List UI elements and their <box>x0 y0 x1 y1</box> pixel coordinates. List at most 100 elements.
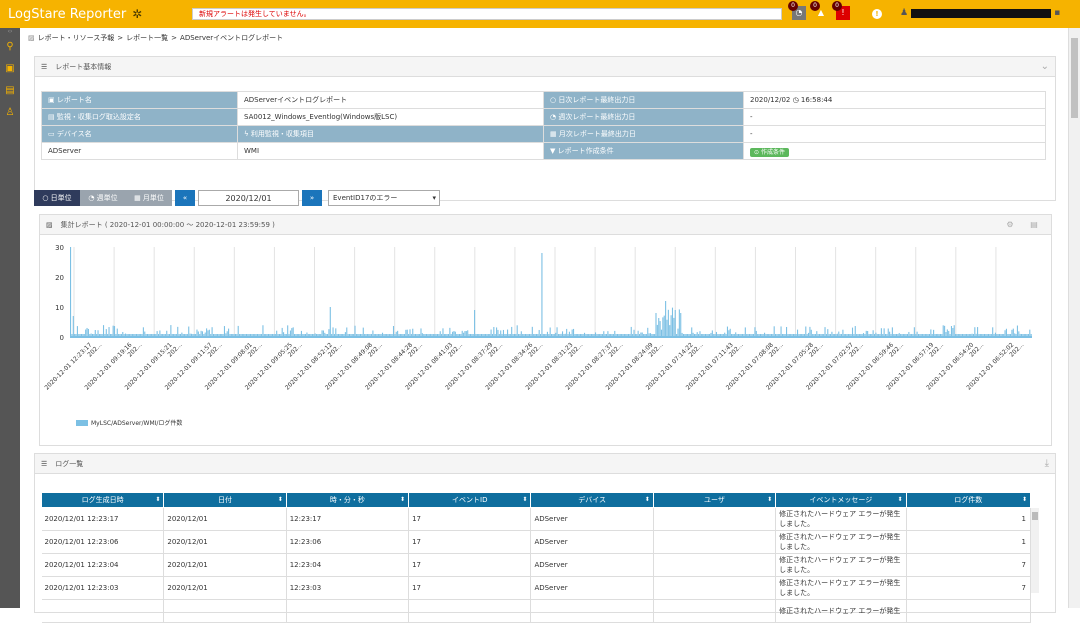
column-header[interactable]: ログ生成日時 ⬍ <box>40 492 165 508</box>
chart-bar <box>208 329 210 337</box>
export-icon[interactable]: ▤ <box>1026 219 1042 231</box>
info-icon[interactable]: 0 ◔ <box>788 1 806 20</box>
scroll-thumb[interactable] <box>1071 38 1078 118</box>
chart-bar <box>538 329 540 337</box>
brand[interactable]: LogStare Reporter ✲ <box>8 7 188 22</box>
chart-bar <box>177 326 179 337</box>
column-header[interactable]: ユーザ ⬍ <box>652 492 777 508</box>
column-header[interactable]: ログ件数 ⬍ <box>905 492 1032 508</box>
sort-icon[interactable]: ⬍ <box>898 496 903 503</box>
label-create-condition: ▼ レポート作成条件 <box>543 142 744 160</box>
table-cell: 17 <box>408 530 532 554</box>
chart-bar <box>805 326 807 337</box>
chart-bar <box>406 329 408 337</box>
chart-bar <box>658 318 660 337</box>
value-weekly-output: - <box>743 108 1046 126</box>
table-cell <box>653 530 777 554</box>
chart-bar <box>974 327 976 337</box>
settings-icon[interactable]: ⚙ <box>1002 219 1018 231</box>
monthly-button[interactable]: ▦ 月単位 <box>126 190 172 206</box>
table-cell: 修正されたハードウェア エラーが発生しました。 <box>775 530 907 554</box>
column-header[interactable]: デバイス ⬍ <box>530 492 654 508</box>
table-row[interactable]: 2020/12/01 12:23:04 2020/12/01 12:23:04 17 A… <box>41 553 1032 577</box>
collapse-icon[interactable]: ‹› <box>0 28 20 36</box>
error-icon[interactable]: 0! <box>832 1 850 20</box>
chart-bar <box>541 253 543 337</box>
table-row[interactable]: 2020/12/01 12:23:03 2020/12/01 12:23:03 17 A… <box>41 576 1032 600</box>
chart-legend[interactable]: MyLSC/ADServer/WMI/ログ件数 <box>76 418 182 427</box>
chart-bar <box>670 315 672 337</box>
table-cell: 2020/12/01 <box>163 553 287 577</box>
chart-bar <box>228 328 230 337</box>
table-row[interactable]: 2020/12/01 12:23:06 2020/12/01 12:23:06 17 A… <box>41 530 1032 554</box>
chart-bar <box>70 247 72 337</box>
breadcrumb-item[interactable]: レポート一覧 <box>126 33 168 43</box>
table-cell: 2020/12/01 <box>163 576 287 600</box>
book-icon[interactable]: ▤ <box>0 80 20 102</box>
date-input[interactable]: 2020/12/01 <box>198 190 299 206</box>
chart-bar <box>666 319 668 337</box>
page-scrollbar[interactable] <box>1068 28 1080 608</box>
daily-button[interactable]: ○ 日単位 <box>34 190 80 206</box>
y-tick-label: 0 <box>60 334 64 342</box>
sort-icon[interactable]: ⬍ <box>1022 496 1027 503</box>
table-scroll-thumb[interactable] <box>1032 512 1038 520</box>
table-scrollbar[interactable] <box>1031 508 1039 593</box>
search-icon[interactable]: ⚲ <box>0 36 20 58</box>
label-daily-output: ○ 日次レポート最終出力日 <box>543 91 744 109</box>
sort-icon[interactable]: ⬍ <box>400 496 405 503</box>
table-cell <box>653 576 777 600</box>
log-table: ログ生成日時 ⬍ 日付 ⬍ 時・分・秒 ⬍ イベントID ⬍ デバイス ⬍ ユーザ ⬍ イベントメッセー… <box>40 492 1032 623</box>
table-cell <box>653 599 777 623</box>
chart-bar <box>507 329 509 337</box>
chart-bar <box>872 330 874 337</box>
chart-bar <box>854 326 856 337</box>
image-icon[interactable]: ▣ <box>0 58 20 80</box>
weekly-button[interactable]: ◔ 週単位 <box>80 190 126 206</box>
user-menu[interactable]: ♟ ▪ <box>900 8 1060 18</box>
sort-icon[interactable]: ⬍ <box>522 496 527 503</box>
list-icon: ☰ <box>41 459 48 468</box>
user-icon: ♟ <box>900 8 909 18</box>
chevron-down-icon[interactable]: ⌄ <box>1041 61 1049 72</box>
sort-icon[interactable]: ⬍ <box>767 496 772 503</box>
users-icon[interactable]: ♙ <box>0 102 20 124</box>
column-header[interactable]: 時・分・秒 ⬍ <box>285 492 410 508</box>
chart-bar <box>531 326 533 337</box>
chart-bar <box>571 329 573 337</box>
event-select[interactable]: EventID17のエラー ▾ <box>328 190 440 206</box>
table-row[interactable]: 2020/12/01 12:23:17 2020/12/01 12:23:17 17 A… <box>41 507 1032 531</box>
breadcrumb-item[interactable]: レポート・リソース予報 <box>38 33 115 43</box>
chart-bar <box>891 327 893 337</box>
prev-button[interactable]: « <box>175 190 195 206</box>
chart-bar <box>493 326 495 337</box>
chart-bar <box>851 327 854 337</box>
column-header[interactable]: イベントID ⬍ <box>408 492 532 508</box>
sort-icon[interactable]: ⬍ <box>645 496 650 503</box>
chart-bar <box>662 317 664 337</box>
chart-bar <box>744 327 746 337</box>
chart-bar <box>671 307 674 337</box>
column-header[interactable]: 日付 ⬍ <box>163 492 287 508</box>
alert-banner[interactable]: 新規アラートは発生していません。 <box>192 8 782 20</box>
chart-bar <box>409 329 411 337</box>
next-button[interactable]: » <box>302 190 322 206</box>
table-cell: ADServer <box>530 576 654 600</box>
column-header[interactable]: イベントメッセージ ⬍ <box>775 492 907 508</box>
table-cell <box>286 599 410 623</box>
table-cell: ADServer <box>530 553 654 577</box>
sort-icon[interactable]: ⬍ <box>155 496 160 503</box>
download-icon[interactable]: ⤓ <box>1045 458 1049 469</box>
sort-icon[interactable]: ⬍ <box>278 496 283 503</box>
chart-bar <box>94 330 96 337</box>
label-report-name: ▣ レポート名 <box>41 91 238 109</box>
chart-bar <box>669 325 671 337</box>
chart-bar <box>332 327 334 337</box>
create-condition-button[interactable]: ⊙ 作成条件 <box>750 147 789 157</box>
basic-info-header[interactable]: ☰ レポート基本情報 ⌄ <box>35 57 1055 77</box>
table-row[interactable]: 修正されたハードウェア エラーが発生 <box>41 599 1032 623</box>
value-device-name: ADServer <box>41 142 238 160</box>
warning-icon[interactable]: 0 ▲ <box>810 1 828 20</box>
help-icon[interactable]: ! <box>872 9 882 19</box>
info-count: 0 <box>788 1 798 11</box>
